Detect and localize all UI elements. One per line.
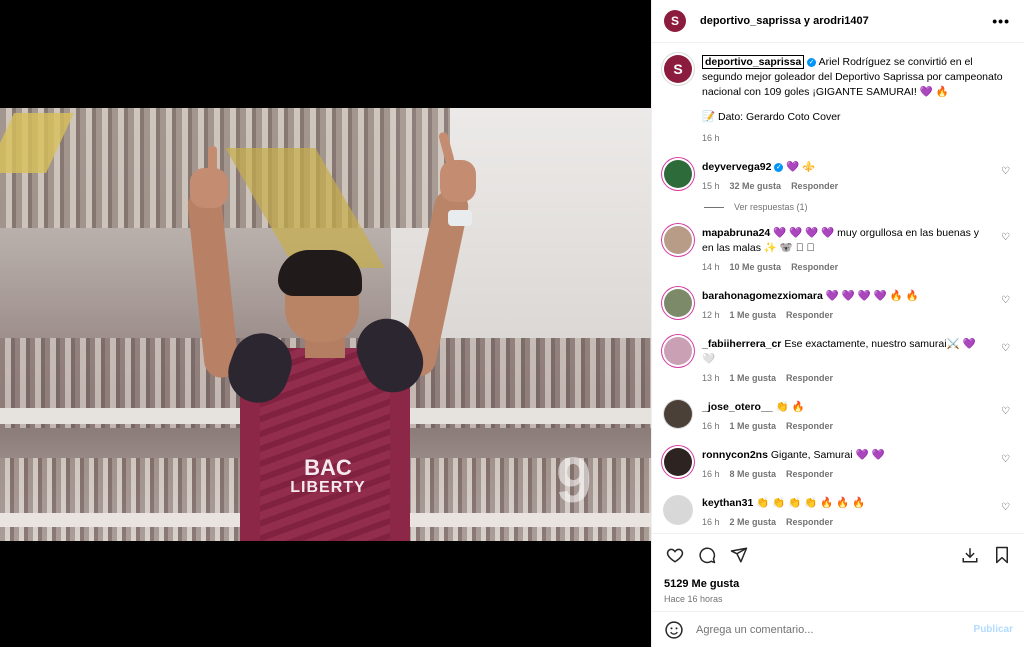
comment-composer: Publicar	[652, 611, 1024, 647]
comment-text: 👏 🔥	[775, 401, 805, 413]
caption-source: 📝 Dato: Gerardo Coto Cover	[702, 111, 841, 123]
reply-button[interactable]: Responder	[786, 310, 833, 320]
comments: deyvervega92 ✓ 💜 ⚜️ 15 h 32 Me gusta Respon…	[664, 160, 1012, 530]
post-header: S deportivo_saprissa y arodri1407 •••	[652, 0, 1024, 43]
replies-divider	[704, 206, 724, 208]
post-viewer: 9 BAC LIBERTY S deportivo_saprissa y aro…	[0, 0, 1024, 647]
post-side-panel: S deportivo_saprissa y arodri1407 ••• S …	[651, 0, 1024, 647]
comment-like-heart-icon[interactable]: ♡	[1001, 406, 1010, 417]
comment-item: ronnycon2ns Gigante, Samurai 💜 💜 16 h 8 Me…	[664, 448, 1012, 482]
comment-time: 14 h	[702, 262, 720, 272]
jersey-number-background: 9	[556, 444, 592, 516]
reply-button[interactable]: Responder	[791, 262, 838, 272]
reply-button[interactable]: Responder	[786, 469, 833, 479]
view-replies-label: Ver respuestas (1)	[734, 202, 808, 212]
comment-like-heart-icon[interactable]: ♡	[1001, 343, 1010, 354]
post-owner-title[interactable]: deportivo_saprissa y arodri1407	[700, 15, 992, 27]
comments-list[interactable]: S deportivo_saprissa ✓ Ariel Rodríguez s…	[652, 43, 1024, 533]
reply-button[interactable]: Responder	[786, 373, 833, 383]
emoji-icon[interactable]	[664, 620, 684, 640]
comment-like-heart-icon[interactable]: ♡	[1001, 502, 1010, 513]
comment-item: barahonagomezxiomara 💜 💜 💜 💜 🔥 🔥 12 h 1 Me…	[664, 289, 1012, 323]
comment-bubble-icon[interactable]	[696, 544, 718, 566]
comment-text: 💜 ⚜️	[786, 161, 816, 173]
player-figure: BAC LIBERTY	[186, 131, 490, 541]
like-heart-icon[interactable]	[664, 544, 686, 566]
jersey-sponsor: BAC LIBERTY	[288, 455, 368, 498]
verified-badge-icon: ✓	[807, 57, 817, 67]
comment-username[interactable]: _fabiiherrera_cr	[702, 338, 781, 350]
comment-input[interactable]	[696, 623, 974, 636]
download-icon[interactable]	[959, 544, 981, 566]
comment-time: 16 h	[702, 421, 720, 431]
post-caption: S deportivo_saprissa ✓ Ariel Rodríguez s…	[664, 55, 1012, 146]
avatar[interactable]: S	[664, 10, 686, 32]
avatar[interactable]	[664, 289, 692, 317]
avatar[interactable]	[664, 400, 692, 428]
comment-text: Gigante, Samurai 💜 💜	[770, 449, 885, 461]
comment-likes[interactable]: 10 Me gusta	[730, 262, 782, 272]
publish-button[interactable]: Publicar	[974, 624, 1013, 635]
comment-time: 16 h	[702, 517, 720, 527]
comment-like-heart-icon[interactable]: ♡	[1001, 454, 1010, 465]
post-actions: 5129 Me gusta Hace 16 horas	[652, 533, 1024, 604]
comment-username[interactable]: barahonagomezxiomara	[702, 290, 823, 302]
view-replies-button[interactable]: Ver respuestas (1)	[704, 202, 1012, 212]
comment-likes[interactable]: 1 Me gusta	[730, 310, 777, 320]
comment-like-heart-icon[interactable]: ♡	[1001, 166, 1010, 177]
post-photo[interactable]: 9 BAC LIBERTY	[0, 108, 651, 541]
post-timestamp: Hace 16 horas	[664, 594, 723, 604]
avatar[interactable]	[664, 226, 692, 254]
comment-item: mapabruna24 💜 💜 💜 💜 muy orgullosa en las…	[664, 226, 1012, 275]
comment-item: keythan31 👏 👏 👏 👏 🔥 🔥 🔥 16 h 2 Me gusta Res…	[664, 496, 1012, 530]
sponsor-line-2: LIBERTY	[290, 479, 366, 496]
comment-item: _fabiiherrera_cr Ese exactamente, nuestr…	[664, 337, 1012, 386]
comment-username[interactable]: mapabruna24	[702, 227, 770, 239]
avatar[interactable]	[664, 448, 692, 476]
caption-username[interactable]: deportivo_saprissa	[702, 55, 805, 69]
comment-item: _jose_otero__ 👏 🔥 16 h 1 Me gusta Responder…	[664, 400, 1012, 434]
post-media: 9 BAC LIBERTY	[0, 0, 651, 647]
comment-username[interactable]: keythan31	[702, 497, 753, 509]
verified-badge-icon: ✓	[774, 162, 784, 172]
more-options-icon[interactable]: •••	[992, 13, 1010, 29]
comment-item: deyvervega92 ✓ 💜 ⚜️ 15 h 32 Me gusta Respon…	[664, 160, 1012, 194]
comment-likes[interactable]: 1 Me gusta	[730, 373, 777, 383]
avatar[interactable]	[664, 160, 692, 188]
comment-username[interactable]: _jose_otero__	[702, 401, 773, 413]
comment-time: 13 h	[702, 373, 720, 383]
comment-like-heart-icon[interactable]: ♡	[1001, 295, 1010, 306]
comment-likes[interactable]: 2 Me gusta	[730, 517, 777, 527]
avatar[interactable]	[664, 337, 692, 365]
sponsor-line-1: BAC	[304, 455, 352, 480]
comment-username[interactable]: ronnycon2ns	[702, 449, 768, 461]
reply-button[interactable]: Responder	[786, 421, 833, 431]
comment-text: 👏 👏 👏 👏 🔥 🔥 🔥	[756, 497, 866, 509]
avatar[interactable]	[664, 496, 692, 524]
comment-likes[interactable]: 8 Me gusta	[730, 469, 777, 479]
reply-button[interactable]: Responder	[791, 181, 838, 191]
caption-time: 16 h	[702, 133, 720, 143]
share-send-icon[interactable]	[728, 544, 750, 566]
comment-likes[interactable]: 1 Me gusta	[730, 421, 777, 431]
likes-count[interactable]: 5129 Me gusta	[664, 578, 1013, 590]
comment-time: 16 h	[702, 469, 720, 479]
comment-likes[interactable]: 32 Me gusta	[730, 181, 782, 191]
reply-button[interactable]: Responder	[786, 517, 833, 527]
comment-username[interactable]: deyvervega92	[702, 161, 771, 173]
caption-avatar[interactable]: S	[664, 55, 692, 83]
comment-time: 12 h	[702, 310, 720, 320]
comment-text: 💜 💜 💜 💜 🔥 🔥	[825, 290, 919, 302]
save-bookmark-icon[interactable]	[991, 544, 1013, 566]
comment-time: 15 h	[702, 181, 720, 191]
comment-like-heart-icon[interactable]: ♡	[1001, 232, 1010, 243]
